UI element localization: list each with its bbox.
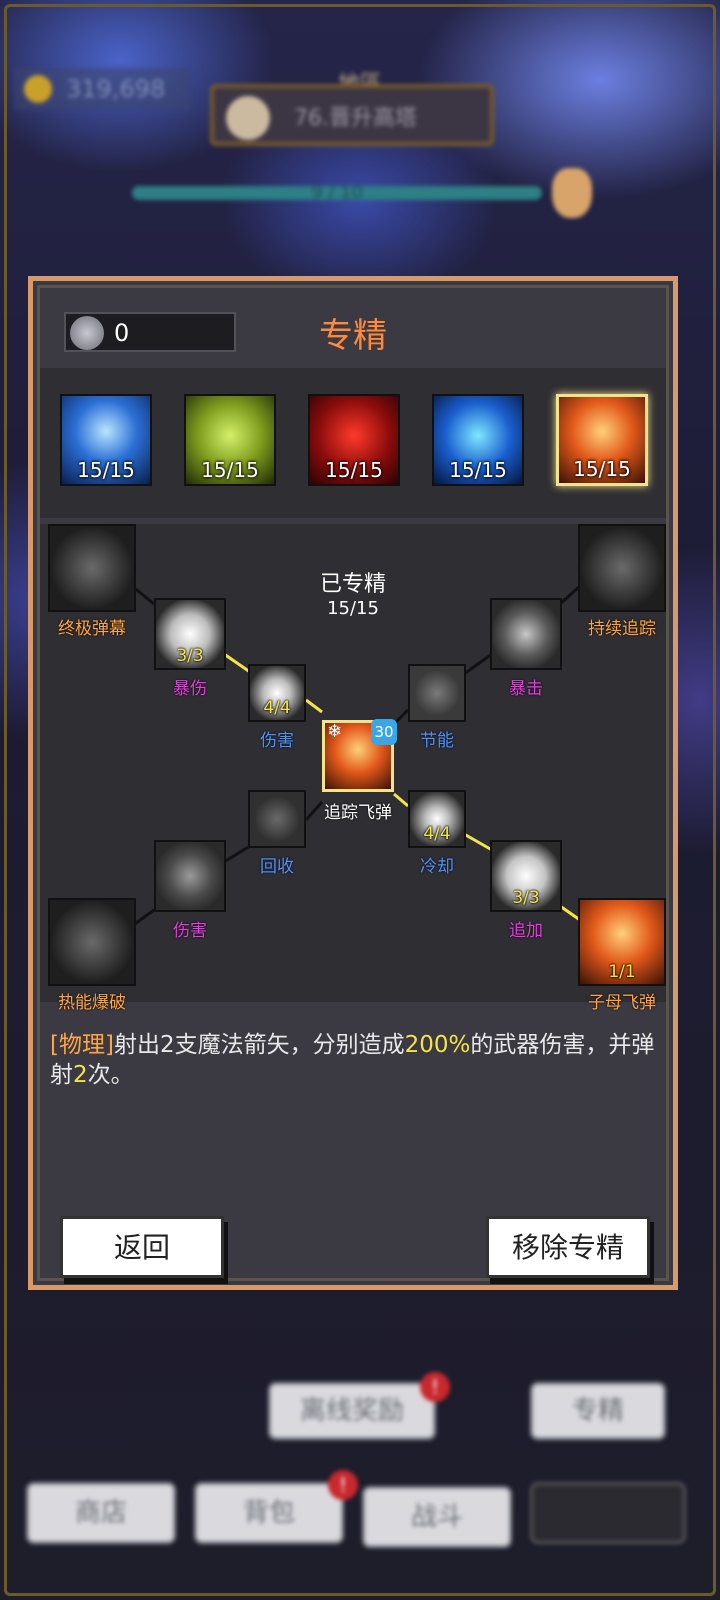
node-ultimate-barrage-label: 终极弹幕 xyxy=(58,619,126,639)
map-icon xyxy=(226,96,270,140)
skill-level: 15/15 xyxy=(449,458,507,482)
skill-red-target[interactable]: 15/15 xyxy=(308,394,400,486)
node-count: 3/3 xyxy=(512,888,540,908)
mastery-button[interactable]: 专精 xyxy=(530,1382,666,1440)
nav-shop[interactable]: 商店 xyxy=(26,1482,176,1544)
skill-tracking-missile[interactable]: 15/15 xyxy=(556,394,648,486)
skill-ice-arrow[interactable]: 15/15 xyxy=(60,394,152,486)
offline-reward-badge: ! xyxy=(420,1372,450,1402)
offline-reward-button[interactable]: 离线奖励 xyxy=(268,1382,436,1440)
desc-text: 2 xyxy=(159,1032,175,1058)
panel-title: 专精 xyxy=(319,316,387,356)
node-count: 1/1 xyxy=(608,962,636,982)
node-crit[interactable] xyxy=(490,598,562,670)
node-crit-label: 暴击 xyxy=(509,679,543,699)
nav-lock[interactable] xyxy=(530,1482,686,1544)
bag-badge: ! xyxy=(328,1470,358,1500)
node-damage-top[interactable]: 4/4 xyxy=(248,664,306,722)
node-damage-bottom[interactable] xyxy=(154,840,226,912)
skill-description: [物理]射出2支魔法箭矢，分别造成200%的武器伤害，并弹射2次。 xyxy=(50,1030,670,1090)
node-cluster-missile-label: 子母飞弹 xyxy=(588,993,656,1013)
node-crit-damage-label: 暴伤 xyxy=(173,679,207,699)
skill-level: 15/15 xyxy=(325,458,383,482)
node-recover-label: 回收 xyxy=(260,857,294,877)
nav-bag[interactable]: 背包 xyxy=(194,1482,344,1544)
skill-level: 15/15 xyxy=(201,458,259,482)
node-thermal-blast-label: 热能爆破 xyxy=(58,993,126,1013)
node-count: 3/3 xyxy=(176,646,204,666)
desc-text: 射出 xyxy=(113,1032,160,1058)
remove-mastery-button[interactable]: 移除专精 xyxy=(486,1216,650,1278)
nav-battle[interactable]: 战斗 xyxy=(362,1486,512,1548)
node-cluster-missile[interactable]: 1/1 xyxy=(578,898,666,986)
mastery-panel: 0 专精 15/15 15/15 15/15 15/15 15/15 已专精 1… xyxy=(28,276,678,1290)
node-damage-bottom-label: 伤害 xyxy=(173,921,207,941)
center-badge: 30 xyxy=(371,719,397,745)
skill-spirit[interactable]: 15/15 xyxy=(432,394,524,486)
panel-header: 0 专精 xyxy=(40,288,666,368)
node-cooldown-label: 冷却 xyxy=(420,857,454,877)
node-crit-damage[interactable]: 3/3 xyxy=(154,598,226,670)
skill-selector-row: 15/15 15/15 15/15 15/15 15/15 xyxy=(40,368,666,518)
desc-tag: [物理] xyxy=(50,1032,114,1058)
node-sustained-tracking[interactable] xyxy=(578,524,666,612)
node-extra[interactable]: 3/3 xyxy=(490,840,562,912)
node-count: 4/4 xyxy=(423,824,451,844)
node-extra-label: 追加 xyxy=(509,921,543,941)
back-button[interactable]: 返回 xyxy=(60,1216,224,1278)
node-damage-top-label: 伤害 xyxy=(260,731,294,751)
node-energy-saving[interactable] xyxy=(408,664,466,722)
snowflake-icon: ❄ xyxy=(327,721,343,742)
desc-text: 次。 xyxy=(87,1062,134,1088)
mastery-tree: 已专精 15/15 终极弹幕 持续追踪 热能爆破 1/1 子母飞弹 3/3 暴伤… xyxy=(40,524,666,1013)
skill-bow[interactable]: 15/15 xyxy=(184,394,276,486)
boss-icon xyxy=(552,168,592,218)
node-recover[interactable] xyxy=(248,790,306,848)
node-ultimate-barrage[interactable] xyxy=(48,524,136,612)
mastery-panel-inner: 0 专精 15/15 15/15 15/15 15/15 15/15 已专精 1… xyxy=(37,285,669,1281)
node-cooldown[interactable]: 4/4 xyxy=(408,790,466,848)
skill-level: 15/15 xyxy=(77,458,135,482)
node-energy-saving-label: 节能 xyxy=(420,731,454,751)
map-selector[interactable]: 76.晋升高塔 xyxy=(210,84,494,146)
stage-progress-text: 9 / 10 xyxy=(311,182,363,203)
node-count: 4/4 xyxy=(263,698,291,718)
skill-level: 15/15 xyxy=(573,457,631,481)
desc-highlight: 200% xyxy=(404,1032,471,1058)
desc-highlight: 2 xyxy=(73,1062,88,1088)
node-tracking-missile-center[interactable]: ❄ 30 xyxy=(322,719,397,792)
node-thermal-blast[interactable] xyxy=(48,898,136,986)
map-name: 76.晋升高塔 xyxy=(294,106,417,131)
desc-text: 支魔法箭矢，分别造成 xyxy=(174,1032,405,1058)
center-skill-name: 追踪飞弹 xyxy=(324,803,392,823)
node-sustained-tracking-label: 持续追踪 xyxy=(588,619,656,639)
